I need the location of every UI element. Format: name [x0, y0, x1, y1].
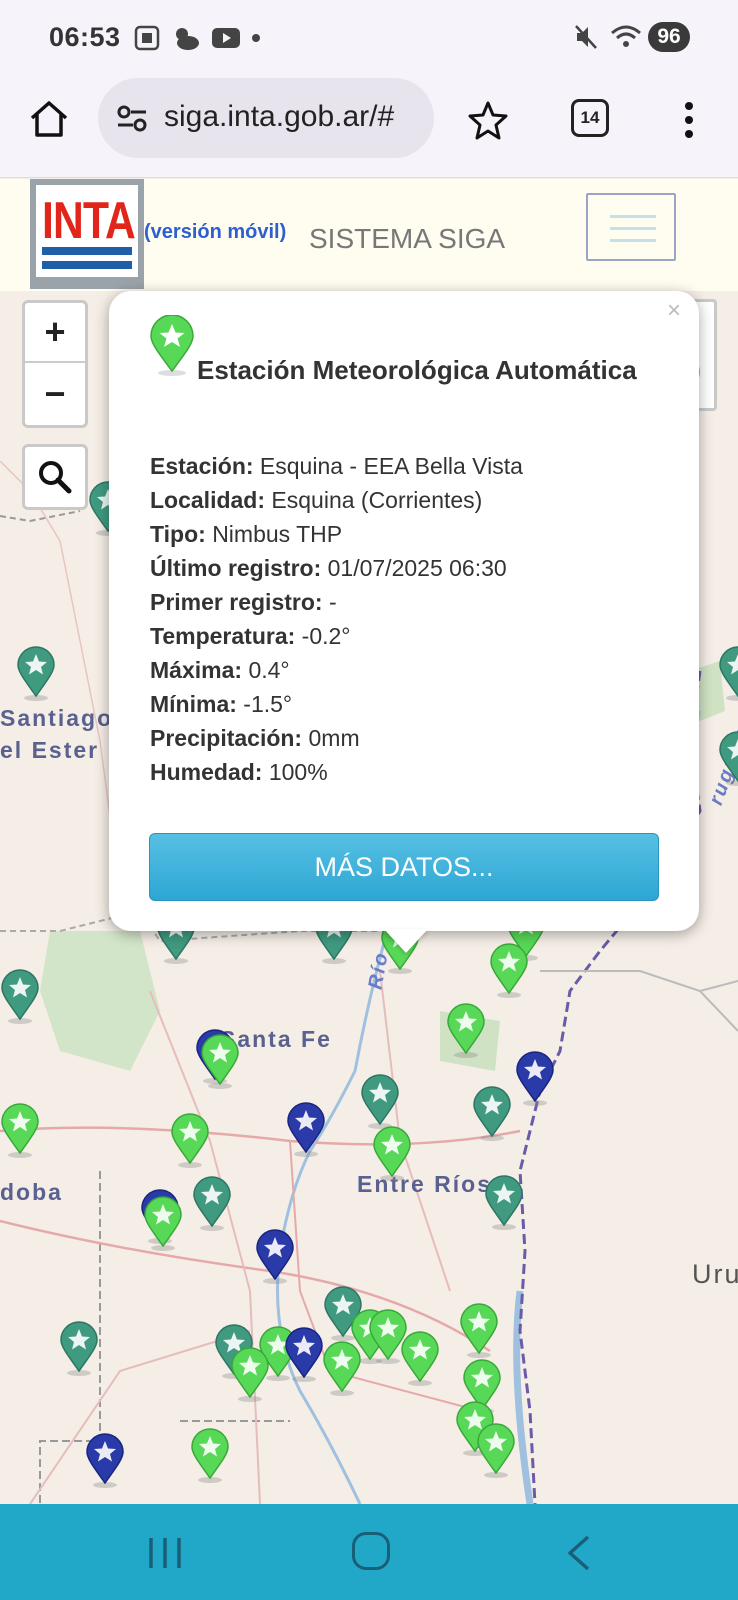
station-popup: × Estación Meteorológica Automática Esta…	[109, 291, 699, 931]
map-label-uruguay: Uru	[692, 1259, 738, 1289]
field-locality: Localidad: Esquina (Corrientes)	[150, 487, 483, 513]
hamburger-menu-button[interactable]	[586, 193, 676, 261]
youtube-icon	[212, 28, 240, 48]
zoom-control: + −	[22, 300, 88, 428]
browser-toolbar: siga.inta.gob.ar/# 14	[0, 78, 738, 178]
screenshot-icon	[134, 25, 160, 51]
version-label: (versión móvil)	[144, 221, 287, 243]
status-time: 06:53	[49, 22, 121, 52]
system-nav-bar	[0, 1504, 738, 1600]
popup-title: Estación Meteorológica Automática	[197, 355, 637, 385]
station-marker-green[interactable]	[476, 1423, 516, 1479]
search-icon	[39, 461, 72, 494]
station-marker-green[interactable]	[170, 1113, 210, 1169]
map-label-santiago: Santiago	[0, 705, 114, 731]
system-title: SISTEMA SIGA	[309, 223, 506, 254]
battery-indicator: 96	[648, 22, 690, 52]
field-temperature: Temperatura: -0.2°	[150, 623, 351, 649]
home-nav-button[interactable]	[352, 1532, 390, 1570]
field-humidity: Humedad: 100%	[150, 759, 328, 785]
home-icon[interactable]	[28, 98, 70, 140]
station-marker-green[interactable]	[372, 1126, 412, 1182]
popup-close-button[interactable]: ×	[667, 297, 681, 325]
status-bar: 06:53 96	[0, 0, 738, 78]
station-marker-green[interactable]	[459, 1303, 499, 1359]
site-settings-icon[interactable]	[116, 104, 148, 132]
wifi-icon	[611, 25, 641, 47]
station-marker-green[interactable]	[322, 1341, 362, 1397]
station-marker-blue[interactable]	[515, 1051, 555, 1107]
popup-fields: Estación: Esquina - EEA Bella Vista Loca…	[150, 453, 523, 793]
station-marker-green[interactable]	[0, 1103, 40, 1159]
field-precipitation: Precipitación: 0mm	[150, 725, 360, 751]
station-marker-teal[interactable]	[718, 731, 738, 787]
station-marker-green[interactable]	[143, 1196, 183, 1252]
url-text: siga.inta.gob.ar/#	[164, 100, 395, 133]
zoom-out-button[interactable]: −	[25, 364, 85, 424]
bookmark-star-icon[interactable]	[468, 100, 508, 140]
station-marker-green[interactable]	[230, 1347, 270, 1403]
station-marker-teal[interactable]	[0, 969, 40, 1025]
station-marker-blue[interactable]	[255, 1229, 295, 1285]
tabs-button[interactable]: 14	[571, 99, 609, 137]
logo-text: INTA	[42, 192, 136, 250]
map-search-button[interactable]	[22, 444, 88, 510]
zoom-in-button[interactable]: +	[25, 303, 85, 363]
station-marker-blue[interactable]	[85, 1433, 125, 1489]
station-marker-blue[interactable]	[286, 1102, 326, 1158]
station-marker-teal[interactable]	[16, 646, 56, 702]
station-marker-green[interactable]	[489, 943, 529, 999]
popup-tip	[384, 929, 428, 953]
field-last-record: Último registro: 01/07/2025 06:30	[150, 555, 507, 581]
station-marker-green[interactable]	[400, 1331, 440, 1387]
station-marker-teal[interactable]	[192, 1176, 232, 1232]
map-label-estero: el Ester	[0, 737, 100, 763]
inta-logo[interactable]: INTA	[30, 179, 144, 289]
field-max: Máxima: 0.4°	[150, 657, 290, 683]
station-marker-green[interactable]	[190, 1428, 230, 1484]
field-min: Mínima: -1.5°	[150, 691, 293, 717]
field-station: Estación: Esquina - EEA Bella Vista	[150, 453, 523, 479]
station-marker-teal[interactable]	[360, 1074, 400, 1130]
back-icon[interactable]	[564, 1534, 594, 1572]
station-marker-teal[interactable]	[472, 1086, 512, 1142]
map-label-cordoba: doba	[0, 1179, 63, 1205]
more-data-button[interactable]: MÁS DATOS...	[149, 833, 659, 901]
station-marker-teal[interactable]	[718, 646, 738, 702]
address-bar[interactable]: siga.inta.gob.ar/#	[98, 78, 434, 158]
mute-icon	[575, 25, 597, 49]
station-marker-blue[interactable]	[284, 1327, 324, 1383]
field-type: Tipo: Nimbus THP	[150, 521, 343, 547]
recent-apps-icon[interactable]	[147, 1536, 183, 1570]
status-icons-left	[133, 24, 261, 52]
site-header: INTA (versión móvil) SISTEMA SIGA	[0, 179, 738, 291]
field-first-record: Primer registro: -	[150, 589, 337, 615]
dot-icon	[252, 34, 260, 42]
station-marker-icon	[150, 315, 194, 376]
station-marker-teal[interactable]	[59, 1321, 99, 1377]
station-marker-teal[interactable]	[484, 1175, 524, 1231]
station-marker-green[interactable]	[446, 1003, 486, 1059]
weather-icon	[176, 28, 199, 50]
more-menu-icon[interactable]	[679, 100, 699, 140]
station-marker-green[interactable]	[200, 1034, 240, 1090]
